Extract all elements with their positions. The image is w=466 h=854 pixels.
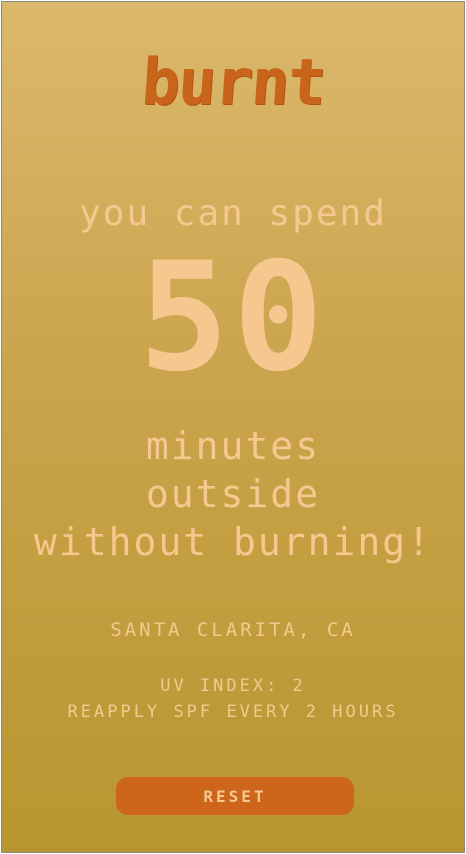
app-logo: burnt (139, 46, 327, 120)
result-line-burning: without burning! (33, 520, 433, 564)
result-line-outside: outside (145, 472, 321, 516)
location-label: SANTA CLARITA, CA (110, 619, 356, 641)
intro-text: you can spend (79, 193, 387, 234)
uv-info: UV INDEX: 2 REAPPLY SPF EVERY 2 HOURS (2, 673, 464, 725)
app-screen: burnt you can spend 50 minutes outside w… (1, 1, 465, 853)
spf-advice-text: REAPPLY SPF EVERY 2 HOURS (67, 702, 399, 722)
reset-button[interactable]: RESET (116, 777, 354, 815)
result-description: minutes outside without burning! (2, 422, 464, 566)
uv-index-text: UV INDEX: 2 (160, 676, 306, 696)
minutes-value: 50 (138, 231, 328, 405)
result-line-minutes: minutes (145, 424, 321, 468)
